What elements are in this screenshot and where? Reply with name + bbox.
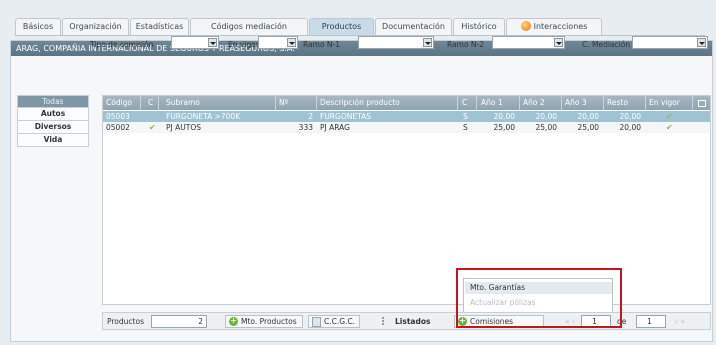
chevron-down-icon[interactable]	[697, 38, 706, 47]
tipo-comision-label: Tipo de comisión	[90, 40, 154, 49]
cell-ano3: 25,00	[577, 123, 599, 132]
column-chooser-icon[interactable]	[698, 100, 706, 107]
tab-codigos-mediacion[interactable]: Códigos mediación	[190, 18, 308, 35]
productos-count: 2	[151, 315, 207, 328]
chevron-down-icon[interactable]	[287, 38, 296, 47]
tab-productos[interactable]: Productos	[309, 18, 374, 35]
tab-basicos[interactable]: Básicos	[15, 18, 61, 35]
tab-interacciones[interactable]: Interacciones	[506, 18, 602, 35]
col-divider	[476, 96, 477, 110]
col-ano1[interactable]: Año 1	[481, 96, 503, 110]
cell-subramo: FURGONETA >700K	[166, 112, 241, 121]
cell-descripcion: FURGONETAS	[320, 112, 371, 121]
col-divider	[140, 96, 141, 110]
cell-ano1: 25,00	[493, 123, 515, 132]
nav-diversos[interactable]: Diversos	[17, 121, 89, 134]
tab-bar: Básicos Organización Estadísticas Código…	[15, 16, 705, 36]
col-codigo[interactable]: Código	[106, 96, 132, 110]
col-divider	[316, 96, 317, 110]
col-descripcion[interactable]: Descripción producto	[320, 96, 400, 110]
col-resto[interactable]: Resto	[607, 96, 628, 110]
pager-next-last[interactable]: › »	[675, 317, 685, 326]
cell-numero: 2	[308, 112, 313, 121]
check-icon: ✔	[149, 123, 156, 132]
page-total: 1	[636, 315, 666, 328]
col-divider	[158, 96, 159, 110]
col-ano3[interactable]: Año 3	[565, 96, 587, 110]
ramo-n2-select[interactable]	[492, 36, 565, 49]
chevron-down-icon[interactable]	[554, 38, 563, 47]
cell-resto: 20,00	[619, 123, 641, 132]
plus-icon: +	[229, 316, 238, 326]
tab-organizacion[interactable]: Organización	[62, 18, 129, 35]
cell-codigo: 05003	[106, 112, 130, 121]
c-mediacion-label: C. Mediación	[582, 40, 631, 49]
table-row[interactable]: 05002 ✔ PJ AUTOS 333 PJ ARAG S 25,00 25,…	[103, 122, 710, 133]
cccc-button[interactable]: C.C.G.C.	[308, 315, 360, 328]
tab-historico[interactable]: Histórico	[453, 18, 505, 35]
cell-ano2: 20,00	[535, 112, 557, 121]
cell-c2: S	[463, 112, 468, 121]
check-icon: ✔	[666, 123, 673, 132]
productos-label: Productos	[107, 317, 144, 326]
chevron-down-icon[interactable]	[208, 38, 217, 47]
grid-header: Código C Subramo Nº Descripción producto…	[103, 96, 710, 110]
cell-codigo: 05002	[106, 123, 130, 132]
document-icon	[312, 317, 321, 327]
col-divider	[561, 96, 562, 110]
col-divider	[603, 96, 604, 110]
cell-ano2: 25,00	[535, 123, 557, 132]
col-numero[interactable]: Nº	[279, 96, 288, 110]
left-nav: Todas Autos Diversos Vida	[17, 95, 89, 147]
cell-resto: 20,00	[619, 112, 641, 121]
interacciones-icon	[520, 21, 531, 31]
cccc-label: C.C.G.C.	[324, 317, 356, 326]
tab-estadisticas[interactable]: Estadísticas	[130, 18, 189, 35]
check-icon: ✔	[666, 112, 673, 121]
cell-ano1: 20,00	[493, 112, 515, 121]
cell-descripcion: PJ ARAG	[320, 123, 350, 132]
nav-vida[interactable]: Vida	[17, 134, 89, 147]
nav-autos[interactable]: Autos	[17, 108, 89, 121]
mto-productos-label: Mto. Productos	[241, 317, 297, 326]
c-mediacion-select[interactable]	[632, 36, 708, 49]
tab-documentacion[interactable]: Documentación	[375, 18, 452, 35]
cell-numero: 333	[298, 123, 313, 132]
ramo-n1-select[interactable]	[358, 36, 434, 49]
col-divider	[645, 96, 646, 110]
tipo-comision-select[interactable]	[171, 36, 219, 49]
cell-subramo: PJ AUTOS	[166, 123, 201, 132]
cell-ano3: 20,00	[577, 112, 599, 121]
col-divider	[692, 96, 693, 110]
table-row[interactable]: 05003 FURGONETA >700K 2 FURGONETAS S 20,…	[103, 111, 710, 122]
ramo-n1-label: Ramo N-1	[303, 40, 341, 49]
col-c2[interactable]: C	[462, 96, 467, 110]
chevron-down-icon[interactable]	[423, 38, 432, 47]
listados-button[interactable]: Listados	[395, 317, 430, 326]
col-divider	[275, 96, 276, 110]
list-icon	[382, 317, 389, 325]
highlight-frame	[456, 268, 622, 328]
col-divider	[457, 96, 458, 110]
ramo-n2-label: Ramo N-2	[447, 40, 485, 49]
col-subramo[interactable]: Subramo	[166, 96, 200, 110]
col-ano2[interactable]: Año 2	[523, 96, 545, 110]
en-vigor-select[interactable]	[258, 36, 298, 49]
tab-interacciones-label: Interacciones	[533, 22, 588, 31]
col-c[interactable]: C	[148, 96, 153, 110]
nav-todas[interactable]: Todas	[17, 95, 89, 108]
cell-c2: S	[463, 123, 468, 132]
en-vigor-label: En vigor	[228, 40, 259, 49]
mto-productos-button[interactable]: + Mto. Productos	[225, 315, 303, 328]
col-divider	[519, 96, 520, 110]
col-en-vigor[interactable]: En vigor	[649, 96, 680, 110]
